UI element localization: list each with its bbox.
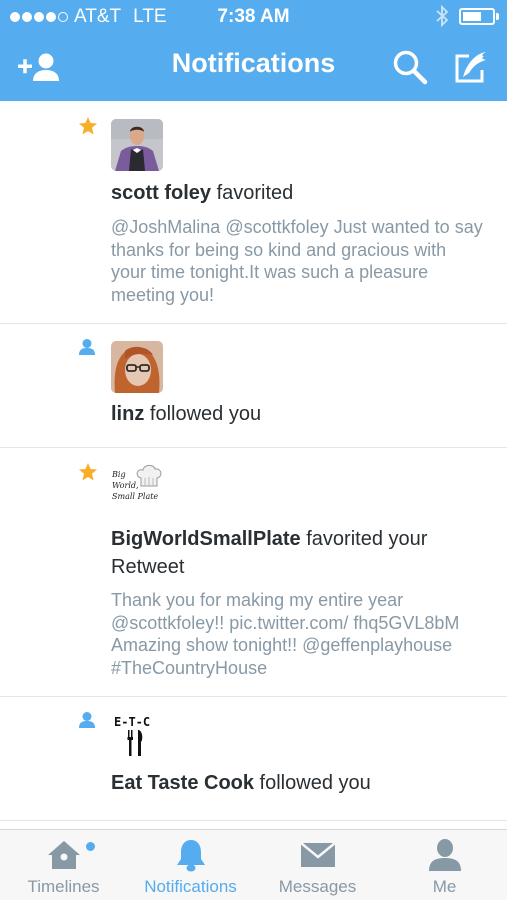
navigation-header: AT&T LTE 7:38 AM Notifications [0, 0, 507, 101]
status-time: 7:38 AM [217, 6, 290, 27]
user-name[interactable]: Eat Taste Cook [111, 772, 254, 794]
action-text: favorited [211, 182, 294, 204]
tab-timelines[interactable]: Timelines [0, 830, 127, 900]
notification-item[interactable]: scott foley favorited @JoshMalina @scott… [0, 101, 507, 324]
tab-label: Timelines [27, 877, 100, 896]
notification-item[interactable]: E-T-C Eat Taste Cook followed you [0, 697, 507, 821]
compose-tweet-button[interactable] [447, 46, 495, 88]
action-text: followed you [254, 772, 371, 794]
unread-indicator [86, 842, 95, 851]
bluetooth-icon [435, 4, 449, 33]
tab-label: Messages [278, 877, 357, 896]
tab-notifications[interactable]: Notifications [127, 830, 254, 900]
tab-messages[interactable]: Messages [254, 830, 381, 900]
star-icon [79, 117, 97, 135]
follow-icon [79, 339, 95, 355]
notification-headline: Eat Taste Cook followed you [111, 769, 485, 797]
tab-me[interactable]: Me [381, 830, 507, 900]
notification-headline: scott foley favorited [111, 179, 485, 207]
tab-bar: Timelines Notifications Messages Me [0, 829, 507, 900]
avatar-logo-text: E-T-C [114, 715, 151, 729]
tab-label: Me [432, 877, 457, 896]
avatar[interactable]: E-T-C [111, 711, 163, 763]
avatar[interactable] [111, 341, 163, 393]
home-icon [0, 838, 127, 872]
tweet-text: Thank you for making my entire year @sco… [111, 590, 460, 678]
battery-icon [459, 8, 495, 25]
search-button[interactable] [386, 46, 434, 88]
notification-item[interactable]: Big World, Small Plate BigWorldSmallPlat… [0, 448, 507, 697]
person-icon [381, 838, 507, 872]
notification-headline: linz followed you [111, 400, 485, 428]
follow-icon [79, 712, 95, 728]
bell-icon [127, 838, 254, 872]
compose-icon [455, 52, 486, 83]
user-name[interactable]: scott foley [111, 182, 211, 204]
search-icon [393, 50, 428, 85]
battery-nub [496, 13, 499, 20]
notifications-list[interactable]: scott foley favorited @JoshMalina @scott… [0, 101, 507, 829]
user-name[interactable]: linz [111, 403, 144, 425]
action-text: followed you [144, 403, 262, 425]
tab-label: Notifications [144, 877, 237, 896]
status-bar: AT&T LTE 7:38 AM [0, 0, 507, 34]
notification-headline: BigWorldSmallPlate favorited your Retwee… [111, 525, 485, 581]
tweet-text: @JoshMalina @scottkfoley Just wanted to … [111, 217, 483, 305]
user-name[interactable]: BigWorldSmallPlate [111, 528, 301, 550]
envelope-icon [254, 838, 381, 872]
avatar[interactable] [111, 119, 163, 171]
star-icon [79, 463, 97, 481]
fork-knife-icon [127, 730, 143, 756]
chef-hat-icon [136, 464, 162, 487]
avatar[interactable]: Big World, Small Plate [111, 464, 163, 516]
notification-item[interactable]: linz followed you [0, 324, 507, 448]
